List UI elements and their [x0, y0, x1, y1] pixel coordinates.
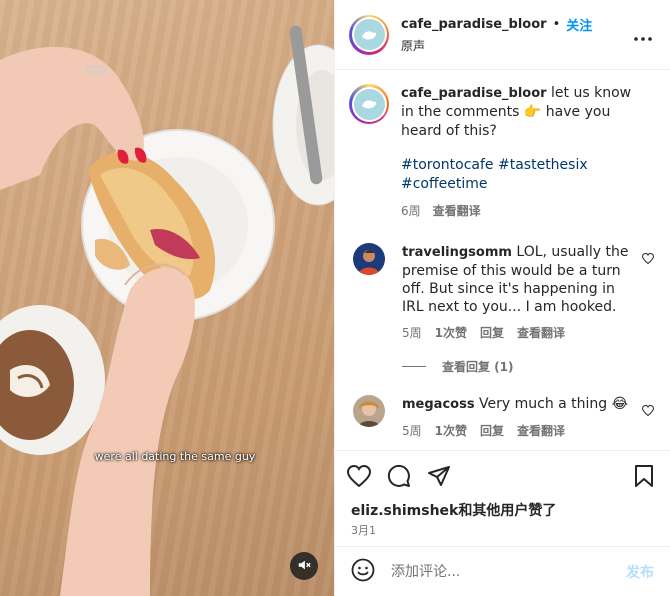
bookmark-icon[interactable]: [634, 465, 654, 491]
mute-button[interactable]: [290, 552, 318, 580]
comments-list[interactable]: cafe_paradise_bloor let us know in the c…: [335, 70, 670, 450]
likes-suffix[interactable]: 和其他用户赞了: [458, 503, 556, 519]
pointing-emoji: 👉: [523, 104, 542, 120]
follow-button[interactable]: 关注: [566, 15, 592, 34]
post-date: 3月1: [351, 524, 376, 537]
reply-button[interactable]: 回复: [480, 324, 504, 342]
speaker-muted-icon: [297, 557, 311, 576]
post-side-panel: cafe_paradise_bloor • 关注 原声 cafe_paradis…: [334, 0, 670, 596]
comment-item: megacoss Very much a thing 😂 5周 1次赞 回复 查…: [349, 395, 656, 440]
post-header: cafe_paradise_bloor • 关注 原声: [335, 0, 670, 70]
action-bar: [335, 450, 670, 500]
heart-icon[interactable]: [347, 464, 371, 487]
video-player[interactable]: were all dating the same guy: [0, 0, 334, 596]
liker-username[interactable]: eliz.shimshek: [351, 503, 458, 519]
translate-button[interactable]: 查看翻译: [517, 422, 565, 440]
heart-icon[interactable]: [641, 249, 655, 268]
comment-likes[interactable]: 1次赞: [435, 324, 467, 342]
add-comment-bar: 发布: [335, 546, 670, 596]
view-replies-button[interactable]: 查看回复 (1): [402, 358, 656, 375]
heart-icon[interactable]: [641, 401, 655, 420]
avatar[interactable]: [349, 14, 389, 55]
comment-time: 5周: [402, 326, 422, 340]
translate-button[interactable]: 查看翻译: [517, 324, 565, 342]
reply-button[interactable]: 回复: [480, 422, 504, 440]
post-username[interactable]: cafe_paradise_bloor: [401, 86, 547, 101]
more-horizontal-icon[interactable]: [634, 26, 652, 45]
comment-input[interactable]: [391, 563, 591, 580]
cafe-logo-icon: [353, 19, 385, 50]
comment-icon[interactable]: [387, 464, 411, 488]
comment-item: travelingsomm LOL, usually the premise o…: [349, 243, 656, 342]
audio-link[interactable]: 原声: [401, 37, 592, 54]
smiley-icon[interactable]: [351, 558, 375, 586]
comment-username[interactable]: travelingsomm: [402, 245, 512, 260]
avatar[interactable]: [353, 243, 385, 275]
cafe-logo-icon: [353, 88, 385, 120]
comment-time: 5周: [402, 424, 422, 438]
video-frame: [0, 25, 334, 596]
comment-username[interactable]: megacoss: [402, 397, 475, 412]
header-username[interactable]: cafe_paradise_bloor: [401, 17, 547, 32]
comment-text: Very much a thing: [479, 396, 608, 412]
avatar[interactable]: [353, 395, 385, 427]
post-modal: were all dating the same guy cafe_paradi…: [0, 0, 670, 596]
post-time: 6周: [401, 204, 421, 218]
laughing-emoji: 😂: [611, 396, 628, 412]
video-caption: were all dating the same guy: [94, 450, 256, 463]
avatar[interactable]: [349, 84, 389, 124]
comment-likes[interactable]: 1次赞: [435, 422, 467, 440]
post-caption: cafe_paradise_bloor let us know in the c…: [349, 84, 656, 221]
likes-summary: eliz.shimshek和其他用户赞了: [335, 500, 670, 519]
post-comment-button[interactable]: 发布: [626, 562, 654, 582]
translate-button[interactable]: 查看翻译: [433, 202, 481, 221]
separator-dot: •: [552, 17, 561, 32]
send-icon[interactable]: [427, 464, 451, 488]
hashtags[interactable]: #torontocafe #tastethesix #coffeetime: [401, 156, 641, 194]
